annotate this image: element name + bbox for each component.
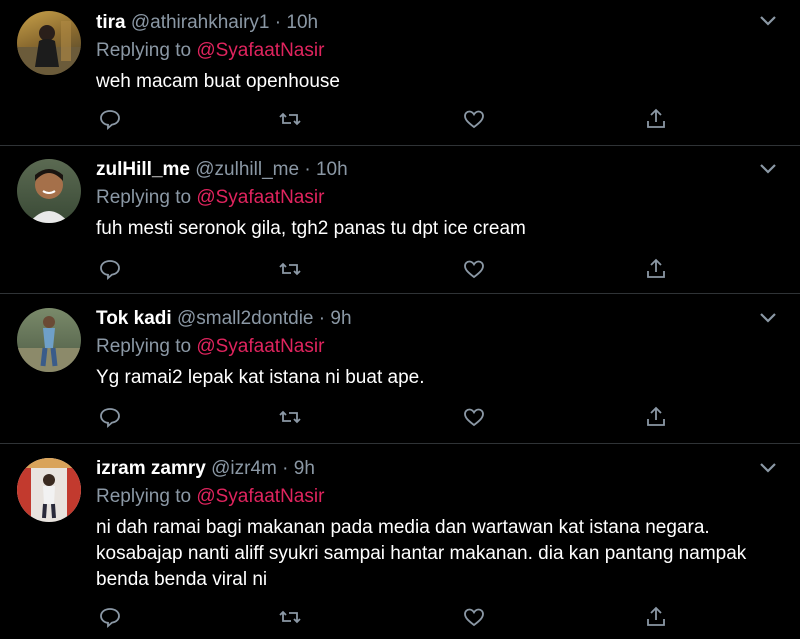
user-handle[interactable]: @athirahkhairy1 xyxy=(131,12,270,33)
chevron-down-icon[interactable] xyxy=(758,14,778,28)
heart-icon xyxy=(464,110,484,129)
tweet-text: weh macam buat openhouse xyxy=(96,71,340,92)
share-button[interactable] xyxy=(642,404,670,430)
share-button[interactable] xyxy=(642,106,670,132)
retweet-button[interactable] xyxy=(276,604,304,630)
share-icon xyxy=(647,406,665,426)
tweet-header: izram zamry @izr4m · 9h xyxy=(96,457,750,481)
mention-link[interactable]: @SyafaatNasir xyxy=(196,40,324,61)
timestamp[interactable]: 10h xyxy=(286,12,318,33)
user-handle[interactable]: @izr4m xyxy=(211,458,277,479)
share-button[interactable] xyxy=(642,256,670,282)
tweet-header: zulHill_me @zulhill_me · 10h xyxy=(96,158,750,182)
like-button[interactable] xyxy=(460,404,488,430)
timestamp[interactable]: 9h xyxy=(330,308,351,329)
like-button[interactable] xyxy=(460,256,488,282)
timestamp[interactable]: 9h xyxy=(294,458,315,479)
avatar[interactable] xyxy=(17,458,81,522)
tweet-text: Yg ramai2 lepak kat istana ni buat ape. xyxy=(96,367,425,388)
reply-feed: tira @athirahkhairy1 · 10h Replying to @… xyxy=(0,0,800,639)
tweet-actions xyxy=(96,256,676,282)
tweet-text-line: kosabajap nanti aliff syukri sampai hant… xyxy=(96,543,747,564)
heart-icon xyxy=(464,408,484,427)
tweet-header: Tok kadi @small2dontdie · 9h xyxy=(96,307,750,331)
share-icon xyxy=(647,258,665,278)
share-button[interactable] xyxy=(642,604,670,630)
replying-to: Replying to @SyafaatNasir xyxy=(96,335,750,359)
avatar-image xyxy=(17,21,81,75)
tweet-text-line: ni dah ramai bagi makanan pada media dan… xyxy=(96,517,710,538)
share-icon xyxy=(647,108,665,128)
avatar[interactable] xyxy=(17,159,81,223)
reply-icon xyxy=(100,110,120,130)
reply-button[interactable] xyxy=(96,106,124,132)
tweet-actions xyxy=(96,106,676,132)
retweet-button[interactable] xyxy=(276,404,304,430)
avatar-image xyxy=(29,169,69,223)
timestamp[interactable]: 10h xyxy=(316,159,348,180)
tweet-text: ni dah ramai bagi makanan pada media dan… xyxy=(96,515,750,593)
heart-icon xyxy=(464,260,484,279)
reply-button[interactable] xyxy=(96,404,124,430)
chevron-down-icon[interactable] xyxy=(758,162,778,176)
avatar[interactable] xyxy=(17,308,81,372)
retweet-icon xyxy=(279,410,301,424)
replying-label: Replying to xyxy=(96,40,192,61)
replying-label: Replying to xyxy=(96,486,192,507)
separator: · xyxy=(318,308,326,329)
tweet-item[interactable]: Tok kadi @small2dontdie · 9h Replying to… xyxy=(0,294,800,444)
replying-label: Replying to xyxy=(96,187,192,208)
replying-to: Replying to @SyafaatNasir xyxy=(96,39,750,63)
like-button[interactable] xyxy=(460,106,488,132)
display-name[interactable]: izram zamry xyxy=(96,458,206,479)
replying-label: Replying to xyxy=(96,336,192,357)
retweet-button[interactable] xyxy=(276,256,304,282)
display-name[interactable]: zulHill_me xyxy=(96,159,190,180)
separator: · xyxy=(282,458,289,479)
avatar-image xyxy=(17,458,81,522)
retweet-icon xyxy=(279,262,301,276)
tweet-actions xyxy=(96,604,676,630)
reply-button[interactable] xyxy=(96,604,124,630)
reply-icon xyxy=(100,608,120,628)
avatar-image xyxy=(17,316,81,372)
chevron-down-icon[interactable] xyxy=(758,461,778,475)
replying-to: Replying to @SyafaatNasir xyxy=(96,485,750,509)
mention-link[interactable]: @SyafaatNasir xyxy=(196,336,324,357)
retweet-icon xyxy=(279,112,301,126)
share-icon xyxy=(647,606,665,626)
replying-to: Replying to @SyafaatNasir xyxy=(96,186,750,210)
reply-icon xyxy=(100,408,120,428)
reply-icon xyxy=(100,260,120,280)
mention-link[interactable]: @SyafaatNasir xyxy=(196,486,324,507)
heart-icon xyxy=(464,608,484,627)
mention-link[interactable]: @SyafaatNasir xyxy=(196,187,324,208)
display-name[interactable]: tira xyxy=(96,12,126,33)
tweet-item[interactable]: tira @athirahkhairy1 · 10h Replying to @… xyxy=(0,0,800,146)
tweet-item[interactable]: zulHill_me @zulhill_me · 10h Replying to… xyxy=(0,146,800,294)
retweet-button[interactable] xyxy=(276,106,304,132)
display-name[interactable]: Tok kadi xyxy=(96,308,172,329)
tweet-text: fuh mesti seronok gila, tgh2 panas tu dp… xyxy=(96,218,526,239)
separator: · xyxy=(274,12,282,33)
tweet-item[interactable]: izram zamry @izr4m · 9h Replying to @Sya… xyxy=(0,444,800,639)
avatar[interactable] xyxy=(17,11,81,75)
retweet-icon xyxy=(279,610,301,624)
reply-button[interactable] xyxy=(96,256,124,282)
tweet-header: tira @athirahkhairy1 · 10h xyxy=(96,11,750,35)
user-handle[interactable]: @small2dontdie xyxy=(177,308,314,329)
tweet-text-line: benda benda viral ni xyxy=(96,569,268,590)
separator: · xyxy=(304,159,311,180)
like-button[interactable] xyxy=(460,604,488,630)
chevron-down-icon[interactable] xyxy=(758,311,778,325)
user-handle[interactable]: @zulhill_me xyxy=(195,159,299,180)
tweet-actions xyxy=(96,404,676,430)
